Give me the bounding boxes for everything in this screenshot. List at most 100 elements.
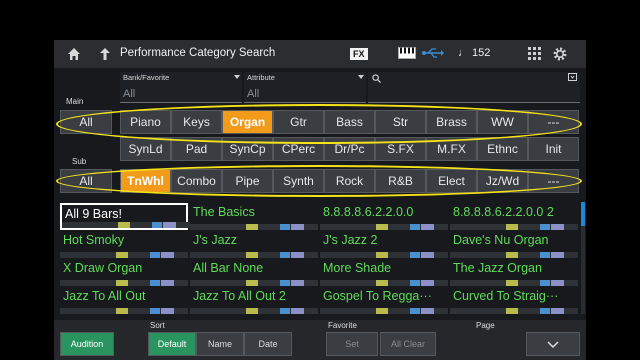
performance-list-item[interactable]: Hot Smoky xyxy=(60,231,188,258)
performance-list-item[interactable]: The Basics xyxy=(190,203,318,230)
performance-list-item[interactable]: 8.8.8.8.6.2.2.0.0 2 xyxy=(450,203,578,230)
grid-icon[interactable] xyxy=(528,47,542,61)
favorite-all-clear-button[interactable]: All Clear xyxy=(380,332,436,356)
page-down-button[interactable] xyxy=(526,332,580,356)
performance-taga-indicator xyxy=(506,280,518,286)
main-gtr-button[interactable]: Gtr xyxy=(273,110,324,134)
sub-combo-button[interactable]: Combo xyxy=(171,169,222,193)
favorite-set-button[interactable]: Set xyxy=(326,332,378,356)
keyboard-search-icon[interactable] xyxy=(568,73,577,81)
performance-list-item[interactable]: J's Jazz xyxy=(190,231,318,258)
performance-name: X Draw Organ xyxy=(63,261,143,275)
performance-tagb-indicator xyxy=(410,252,420,258)
performance-name: All 9 Bars! xyxy=(65,207,122,221)
fx-badge: FX xyxy=(350,48,368,60)
performance-tagb-indicator xyxy=(540,252,550,258)
performance-list-item[interactable]: Jazz To All Out 2 xyxy=(190,287,318,314)
sub-pipe-button[interactable]: Pipe xyxy=(222,169,273,193)
performance-taga-indicator xyxy=(246,280,258,286)
chevron-down-icon xyxy=(547,341,559,349)
main-s-fx-button[interactable]: S.FX xyxy=(375,137,426,161)
performance-name: Curved To Straig··· xyxy=(453,289,559,303)
sub-tnwhl-button[interactable]: TnWhl xyxy=(120,169,171,193)
keyboard-icon xyxy=(398,47,416,59)
performance-list-item[interactable]: Gospel To Regga··· xyxy=(320,287,448,314)
performance-tagc-indicator xyxy=(551,252,564,258)
sub-rock-button[interactable]: Rock xyxy=(324,169,375,193)
performance-tagb-indicator xyxy=(540,308,550,314)
back-icon[interactable] xyxy=(98,46,114,62)
performance-tagc-indicator xyxy=(421,280,434,286)
performance-name: The Basics xyxy=(193,205,255,219)
sub-blank-button[interactable]: --- xyxy=(528,169,579,193)
performance-list-item[interactable]: All 9 Bars! xyxy=(60,203,190,230)
performance-list-item[interactable]: All Bar None xyxy=(190,259,318,286)
main-all-button[interactable]: All xyxy=(60,110,112,134)
sort-name-button[interactable]: Name xyxy=(196,332,244,356)
performance-list-item[interactable]: More Shade xyxy=(320,259,448,286)
performance-taga-indicator xyxy=(506,224,518,230)
performance-list-item[interactable]: X Draw Organ xyxy=(60,259,188,286)
gear-icon[interactable] xyxy=(552,46,568,62)
performance-tagb-indicator xyxy=(150,308,160,314)
scroll-thumb[interactable] xyxy=(581,202,585,226)
performance-tagb-indicator xyxy=(540,224,550,230)
main-ww-button[interactable]: WW xyxy=(477,110,528,134)
performance-name: The Jazz Organ xyxy=(453,261,542,275)
main-str-button[interactable]: Str xyxy=(375,110,426,134)
performance-tagc-indicator xyxy=(421,252,434,258)
performance-name: Gospel To Regga··· xyxy=(323,289,432,303)
sub-synth-button[interactable]: Synth xyxy=(273,169,324,193)
main-keys-button[interactable]: Keys xyxy=(171,110,222,134)
home-icon[interactable] xyxy=(66,46,82,62)
performance-list-item[interactable]: The Jazz Organ xyxy=(450,259,578,286)
search-icon xyxy=(372,74,381,83)
main-piano-button[interactable]: Piano xyxy=(120,110,171,134)
sub-jz-wd-button[interactable]: Jz/Wd xyxy=(477,169,528,193)
performance-name: More Shade xyxy=(323,261,392,275)
main-ethnc-button[interactable]: Ethnc xyxy=(477,137,528,161)
sub-elect-button[interactable]: Elect xyxy=(426,169,477,193)
main-init-button[interactable]: Init xyxy=(528,137,579,161)
performance-tagb-indicator xyxy=(410,224,420,230)
list-scrollbar[interactable] xyxy=(581,202,585,314)
performance-taga-indicator xyxy=(118,222,130,228)
main-cperc-button[interactable]: CPerc xyxy=(273,137,324,161)
search-field[interactable] xyxy=(368,72,580,103)
performance-tagc-indicator xyxy=(551,224,564,230)
main-dr-pc-button[interactable]: Dr/Pc xyxy=(324,137,375,161)
main-pad-button[interactable]: Pad xyxy=(171,137,222,161)
main-brass-button[interactable]: Brass xyxy=(426,110,477,134)
performance-taga-indicator xyxy=(116,252,128,258)
performance-list-item[interactable]: Curved To Straig··· xyxy=(450,287,578,314)
performance-tagc-indicator xyxy=(551,280,564,286)
performance-list-item[interactable]: Dave's Nu Organ xyxy=(450,231,578,258)
main-m-fx-button[interactable]: M.FX xyxy=(426,137,477,161)
audition-button[interactable]: Audition xyxy=(60,332,114,356)
performance-tagc-indicator xyxy=(291,224,304,230)
main-syncp-button[interactable]: SynCp xyxy=(222,137,273,161)
main-synld-button[interactable]: SynLd xyxy=(120,137,171,161)
performance-tagb-indicator xyxy=(410,280,420,286)
performance-list-item[interactable]: 8.8.8.8.6.2.2.0.0 xyxy=(320,203,448,230)
bottom-toolbar: Audition Sort Default Name Date Favorite… xyxy=(54,320,586,360)
performance-name: J's Jazz xyxy=(193,233,238,247)
main-organ-button[interactable]: Organ xyxy=(222,110,273,134)
performance-taga-indicator xyxy=(246,308,258,314)
sort-date-button[interactable]: Date xyxy=(244,332,292,356)
performance-tagc-indicator xyxy=(291,252,304,258)
main-blank-button[interactable]: --- xyxy=(528,110,579,134)
main-row-label: Main xyxy=(66,97,84,106)
performance-tagc-indicator xyxy=(291,308,304,314)
main-bass-button[interactable]: Bass xyxy=(324,110,375,134)
title-bar: Performance Category Search FX ♩ 152 xyxy=(54,40,586,68)
performance-tagc-indicator xyxy=(161,252,174,258)
performance-category-search-screen: Performance Category Search FX ♩ 152 Mai… xyxy=(54,40,586,360)
performance-list-item[interactable]: J's Jazz 2 xyxy=(320,231,448,258)
sub-all-button[interactable]: All xyxy=(60,169,112,193)
tempo-display: ♩ 152 xyxy=(458,47,491,59)
sub-r-b-button[interactable]: R&B xyxy=(375,169,426,193)
sort-default-button[interactable]: Default xyxy=(148,332,196,356)
performance-name: 8.8.8.8.6.2.2.0.0 xyxy=(323,205,414,219)
performance-list-item[interactable]: Jazz To All Out xyxy=(60,287,188,314)
